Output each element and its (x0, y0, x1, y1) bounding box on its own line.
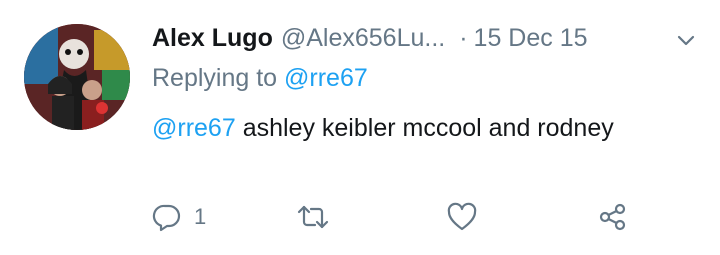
mention-link[interactable]: @rre67 (152, 114, 236, 142)
replying-handle-link[interactable]: @rre67 (284, 64, 368, 92)
avatar[interactable] (24, 24, 130, 130)
reply-button[interactable]: 1 (152, 200, 206, 234)
share-button[interactable] (598, 200, 628, 234)
chevron-down-icon[interactable] (676, 30, 696, 50)
author-name[interactable]: Alex Lugo (152, 24, 273, 53)
tweet-date[interactable]: 15 Dec 15 (474, 24, 588, 53)
reply-icon (152, 204, 181, 232)
share-icon (599, 203, 626, 231)
reply-count: 1 (194, 204, 207, 229)
separator-dot: · (459, 23, 468, 52)
avatar-photo (24, 24, 130, 130)
tweet-body: ashley keibler mccool and rodney (235, 114, 614, 142)
retweet-icon (297, 205, 329, 229)
heart-icon (447, 202, 477, 231)
replying-to: Replying to @rre67 (152, 64, 368, 93)
tweet-text: @rre67 ashley keibler mccool and rodney (152, 110, 692, 147)
tweet-card[interactable]: Alex Lugo @Alex656Lu... · 15 Dec 15 Repl… (0, 0, 720, 255)
author-handle[interactable]: @Alex656Lu... (281, 24, 445, 53)
tweet-header: Alex Lugo @Alex656Lu... · 15 Dec 15 (152, 22, 588, 54)
retweet-button[interactable] (296, 200, 330, 234)
like-button[interactable] (446, 200, 478, 234)
replying-label: Replying to (152, 64, 278, 92)
